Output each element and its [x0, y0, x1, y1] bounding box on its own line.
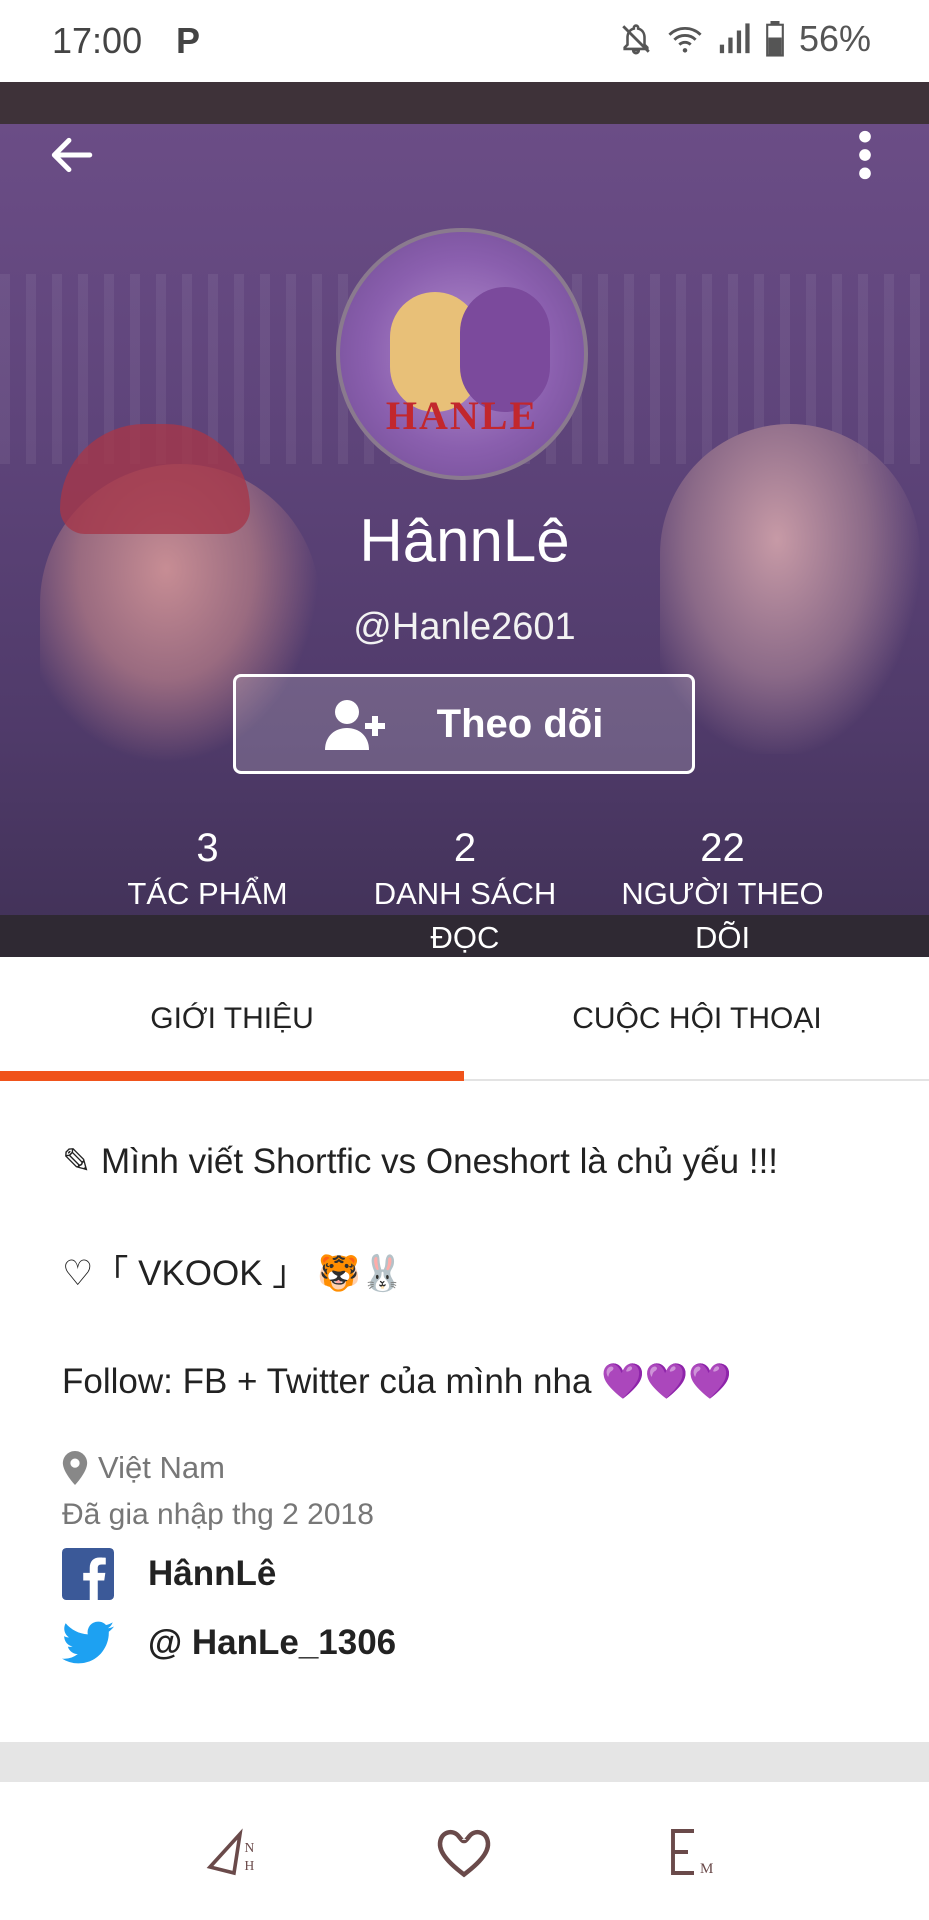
avatar-logo-text: HANLE [385, 393, 539, 438]
status-time: 17:00 [52, 20, 143, 61]
battery-percent: 56% [798, 18, 871, 59]
location: Việt Nam [62, 1450, 225, 1486]
bottom-bar: N H M [0, 1782, 929, 1920]
facebook-link[interactable]: HânnLê [62, 1548, 276, 1600]
bell-off-icon [622, 24, 650, 55]
stat-label: TÁC PHẨM [127, 876, 288, 911]
display-name: HânnLê [359, 507, 570, 574]
header-band [0, 82, 929, 124]
stat-works[interactable]: 3 TÁC PHẨM [100, 824, 315, 916]
twitter-link[interactable]: @ HanLe_1306 [62, 1620, 396, 1666]
facebook-icon [62, 1548, 114, 1600]
active-tab-indicator [0, 1071, 464, 1081]
profile-tabs: GIỚI THIỆU CUỘC HỘI THOẠI [0, 957, 929, 1081]
stat-value: 2 [453, 826, 477, 870]
bio-line: Follow: FB + Twitter của mình nha 💜💜💜 [62, 1362, 732, 1401]
twitter-icon [62, 1621, 114, 1664]
svg-text:H: H [245, 1858, 255, 1873]
profile-stats: 3 TÁC PHẨM 2 DANH SÁCH ĐỌC 22 NGƯỜI THEO… [0, 824, 929, 955]
location-pin-icon [62, 1451, 88, 1485]
facebook-name: HânnLê [148, 1554, 277, 1593]
avatar[interactable]: HANLE [336, 228, 588, 480]
em-logo-icon[interactable]: M [654, 1812, 734, 1892]
profile-header: HANLE HânnLê @Hanle2601 Theo dõi 3 TÁC P… [0, 82, 929, 957]
twitter-handle: @ HanLe_1306 [148, 1623, 397, 1662]
more-options-icon[interactable] [850, 130, 880, 180]
stat-reading-lists[interactable]: 2 DANH SÁCH ĐỌC [340, 824, 590, 957]
svg-text:N: N [245, 1840, 255, 1855]
section-divider [0, 1742, 929, 1782]
bio-line: ♡「 VKOOK 」 🐯🐰 [62, 1254, 405, 1293]
stat-value: 22 [700, 826, 745, 870]
stat-followers[interactable]: 22 NGƯỜI THEO DÕI [600, 824, 845, 957]
stat-label: DANH SÁCH ĐỌC [373, 876, 557, 955]
wifi-icon [668, 26, 702, 53]
follow-label: Theo dõi [436, 701, 604, 746]
stat-value: 3 [196, 826, 219, 870]
location-text: Việt Nam [98, 1450, 225, 1485]
cover-person-right [660, 424, 920, 754]
tab-conversations[interactable]: CUỘC HỘI THOẠI [465, 957, 929, 1081]
app-notification-icon: P [176, 20, 201, 61]
tab-about[interactable]: GIỚI THIỆU [0, 957, 464, 1081]
username: @Hanle2601 [353, 606, 576, 648]
anh-logo-icon[interactable]: N H [194, 1812, 274, 1892]
heart-icon[interactable] [424, 1812, 504, 1892]
svg-text:M: M [700, 1861, 713, 1877]
add-user-icon [324, 700, 385, 750]
join-date: Đã gia nhập thg 2 2018 [62, 1498, 374, 1531]
battery-icon [766, 21, 784, 57]
status-bar: 17:00 P 56% [0, 0, 929, 82]
status-icons: 56% [619, 18, 871, 60]
signal-icon [719, 23, 750, 54]
follow-button[interactable]: Theo dõi [233, 674, 695, 774]
back-arrow-icon[interactable] [46, 130, 96, 180]
stat-label: NGƯỜI THEO DÕI [621, 876, 824, 955]
bio-line: ✎ Mình viết Shortfic vs Oneshort là chủ … [62, 1142, 779, 1181]
